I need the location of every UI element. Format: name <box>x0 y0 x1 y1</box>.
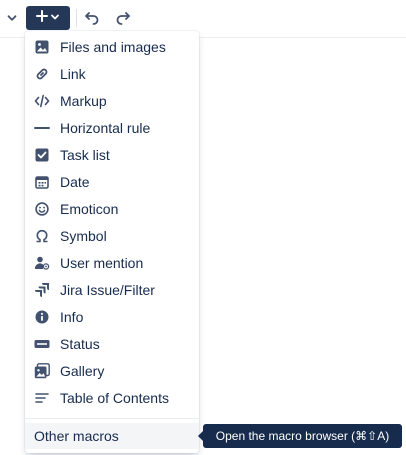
menu-item-task-list[interactable]: Task list <box>25 142 199 169</box>
menu-item-symbol[interactable]: Symbol <box>25 223 199 250</box>
menu-item-gallery[interactable]: Gallery <box>25 358 199 385</box>
chevron-down-icon <box>50 9 60 27</box>
image-icon <box>34 39 50 55</box>
chevron-down-icon[interactable] <box>4 8 20 28</box>
code-icon <box>34 93 50 109</box>
info-icon <box>34 309 50 325</box>
omega-icon <box>34 228 50 244</box>
menu-item-label: Markup <box>60 93 107 109</box>
gallery-icon <box>34 363 50 379</box>
menu-item-table-of-contents[interactable]: Table of Contents <box>25 385 199 412</box>
menu-item-files-and-images[interactable]: Files and images <box>25 34 199 61</box>
menu-item-label: Link <box>60 66 86 82</box>
menu-item-label: Date <box>60 174 90 190</box>
emoji-icon <box>34 201 50 217</box>
menu-item-date[interactable]: Date <box>25 169 199 196</box>
other-macros-label: Other macros <box>34 428 119 444</box>
insert-menu: Files and images Link Markup Horizontal … <box>25 31 199 453</box>
menu-item-label: Horizontal rule <box>60 120 151 136</box>
menu-item-jira-issue-filter[interactable]: Jira Issue/Filter <box>25 277 199 304</box>
menu-item-markup[interactable]: Markup <box>25 88 199 115</box>
calendar-icon <box>34 174 50 190</box>
link-icon <box>34 66 50 82</box>
plus-icon <box>36 9 48 27</box>
toolbar-divider <box>76 9 77 27</box>
undo-icon[interactable] <box>82 8 102 28</box>
redo-icon[interactable] <box>113 8 133 28</box>
menu-item-info[interactable]: Info <box>25 304 199 331</box>
other-macros-item[interactable]: Other macros <box>25 423 199 449</box>
menu-item-link[interactable]: Link <box>25 61 199 88</box>
menu-item-label: Task list <box>60 147 110 163</box>
menu-item-label: Symbol <box>60 228 107 244</box>
menu-item-label: Table of Contents <box>60 390 169 406</box>
menu-item-user-mention[interactable]: User mention <box>25 250 199 277</box>
menu-item-label: User mention <box>60 255 144 271</box>
jira-icon <box>34 282 50 298</box>
menu-item-horizontal-rule[interactable]: Horizontal rule <box>25 115 199 142</box>
menu-item-label: Info <box>60 309 84 325</box>
menu-item-label: Status <box>60 336 100 352</box>
menu-item-status[interactable]: Status <box>25 331 199 358</box>
toc-icon <box>34 390 50 406</box>
tooltip: Open the macro browser (⌘⇧A) <box>203 424 402 448</box>
mention-icon <box>34 255 50 271</box>
menu-item-label: Emoticon <box>60 201 119 217</box>
insert-button[interactable] <box>26 6 70 30</box>
menu-divider <box>25 418 199 419</box>
menu-item-label: Jira Issue/Filter <box>60 282 155 298</box>
checkbox-icon <box>34 147 50 163</box>
status-icon <box>34 336 50 352</box>
menu-item-emoticon[interactable]: Emoticon <box>25 196 199 223</box>
menu-item-label: Gallery <box>60 363 105 379</box>
horizontal-rule-icon <box>34 120 50 136</box>
menu-item-label: Files and images <box>60 39 166 55</box>
